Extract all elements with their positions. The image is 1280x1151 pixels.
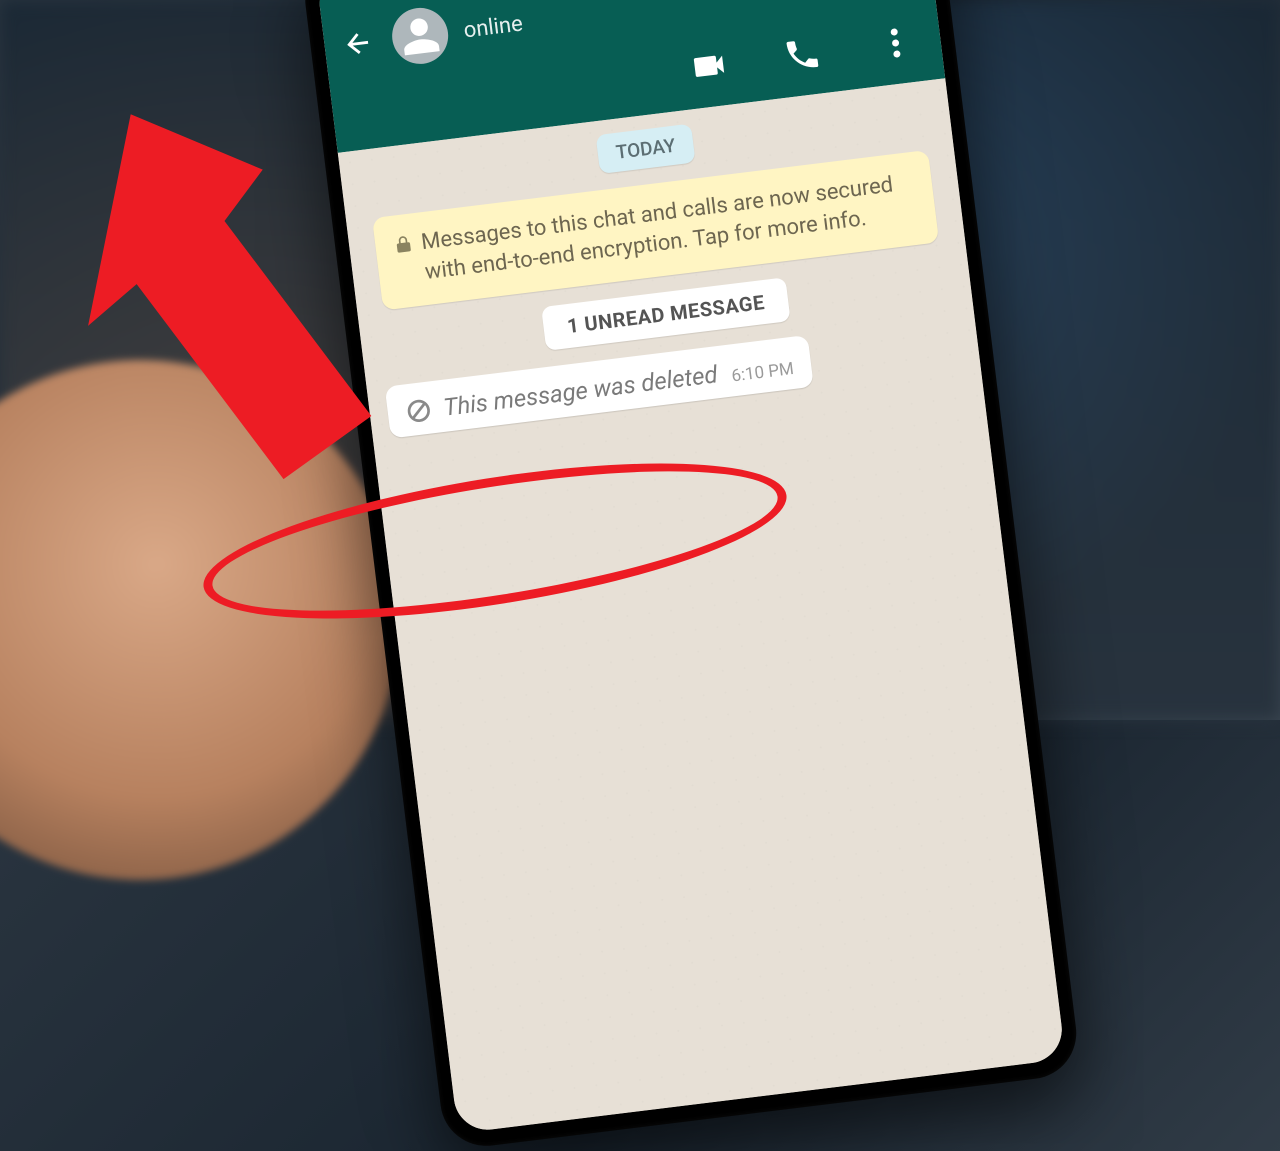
message-timestamp: 6:10 PM: [730, 359, 795, 386]
unread-messages-chip: 1 UNREAD MESSAGE: [541, 277, 791, 351]
video-call-icon[interactable]: [688, 45, 730, 87]
date-separator: TODAY: [596, 124, 696, 174]
deleted-message-bubble[interactable]: This message was deleted 6:10 PM: [385, 335, 814, 439]
chat-body[interactable]: TODAY Messages to this chat and calls ar…: [338, 78, 1066, 1133]
more-options-icon[interactable]: [874, 22, 916, 64]
encryption-text: Messages to this chat and calls are now …: [420, 168, 920, 289]
avatar[interactable]: [389, 5, 451, 67]
phone-frame: 100% 7:00 online TODAY: [300, 0, 1081, 1151]
lock-icon: [392, 233, 414, 255]
voice-call-icon[interactable]: [781, 33, 823, 75]
phone-screen: 100% 7:00 online TODAY: [316, 0, 1066, 1133]
encryption-banner[interactable]: Messages to this chat and calls are now …: [372, 150, 939, 310]
deleted-message-text: This message was deleted: [442, 360, 719, 421]
prohibited-icon: [404, 396, 433, 425]
back-arrow-icon[interactable]: [341, 24, 379, 62]
